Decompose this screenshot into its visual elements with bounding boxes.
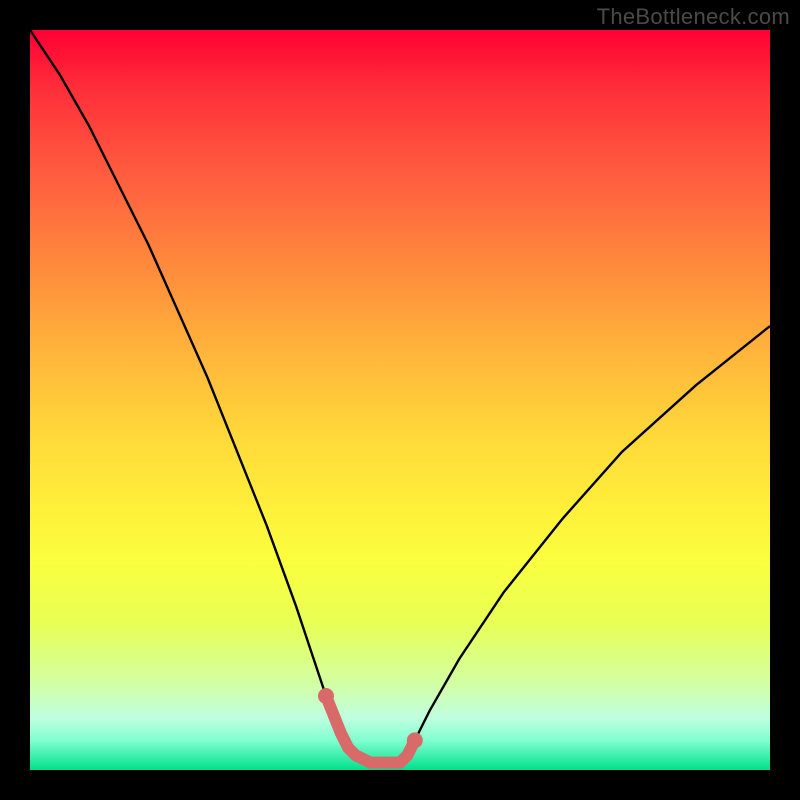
- highlight-endpoint-dot: [407, 732, 423, 748]
- watermark-text: TheBottleneck.com: [597, 4, 790, 30]
- bottleneck-curve-line: [30, 30, 770, 763]
- chart-svg: [30, 30, 770, 770]
- highlight-endpoint-dot: [318, 688, 334, 704]
- sweet-spot-highlight-line: [326, 696, 415, 763]
- chart-frame: TheBottleneck.com: [0, 0, 800, 800]
- chart-plot-area: [30, 30, 770, 770]
